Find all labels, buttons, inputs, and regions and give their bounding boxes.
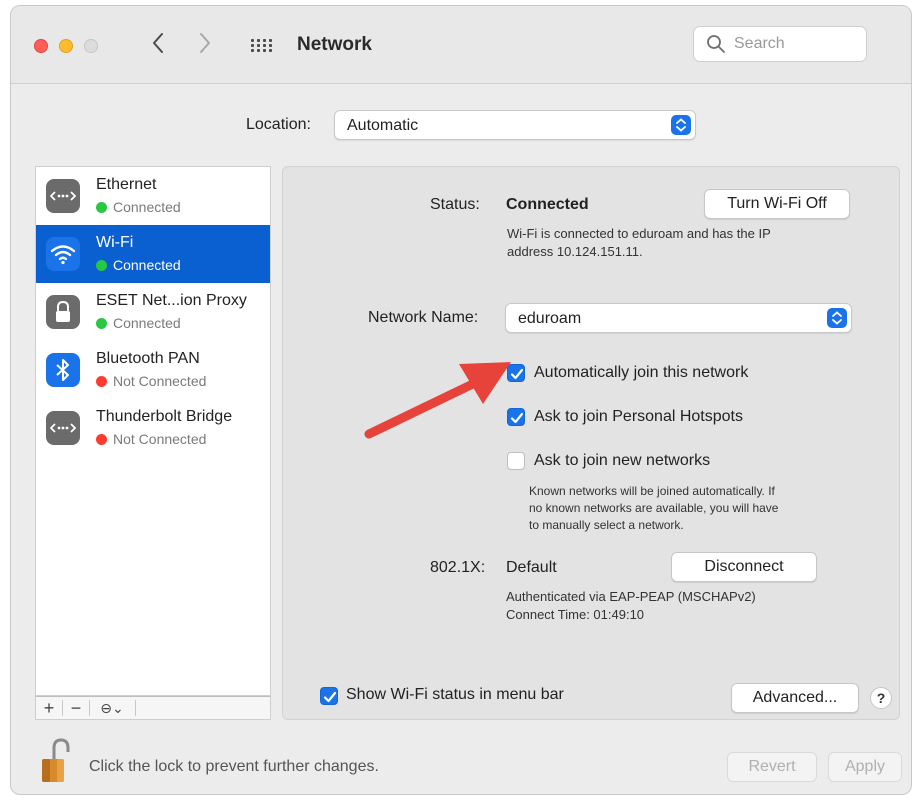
checkmark-icon bbox=[323, 691, 337, 703]
minimize-window-button[interactable] bbox=[59, 39, 73, 53]
status-dot-icon bbox=[96, 260, 107, 271]
service-name: Thunderbolt Bridge bbox=[96, 408, 233, 425]
service-status: Not Connected bbox=[96, 373, 206, 389]
help-button[interactable]: ? bbox=[870, 687, 892, 709]
service-status: Not Connected bbox=[96, 431, 206, 447]
status-value: Connected bbox=[506, 196, 589, 213]
forward-button[interactable] bbox=[198, 32, 212, 58]
auto-join-label: Automatically join this network bbox=[534, 364, 749, 381]
updown-chevron-icon bbox=[827, 308, 847, 328]
service-item-eset-proxy[interactable]: ESET Net...ion Proxy Connected bbox=[36, 283, 270, 341]
search-field[interactable] bbox=[693, 26, 867, 62]
new-networks-label: Ask to join new networks bbox=[534, 452, 711, 469]
status-dot-icon bbox=[96, 376, 107, 387]
status-label: Status: bbox=[430, 196, 480, 213]
service-name: Bluetooth PAN bbox=[96, 350, 200, 367]
location-label: Location: bbox=[246, 116, 311, 133]
remove-service-button[interactable]: − bbox=[63, 697, 89, 719]
bluetooth-icon bbox=[46, 353, 80, 387]
service-list-toolbar: + − ⊖⌄ bbox=[35, 696, 271, 720]
service-item-bluetooth-pan[interactable]: Bluetooth PAN Not Connected bbox=[36, 341, 270, 399]
network-name-label: Network Name: bbox=[368, 309, 479, 326]
wifi-icon bbox=[46, 237, 80, 271]
turn-wifi-off-button[interactable]: Turn Wi-Fi Off bbox=[704, 189, 850, 219]
disconnect-button[interactable]: Disconnect bbox=[671, 552, 817, 582]
chevron-right-icon bbox=[200, 33, 210, 53]
location-value: Automatic bbox=[347, 117, 419, 134]
action-menu-button[interactable]: ⊖⌄ bbox=[92, 697, 132, 719]
service-status: Connected bbox=[96, 199, 181, 215]
title-bar: Network bbox=[11, 6, 911, 84]
status-description: Wi-Fi is connected to eduroam and has th… bbox=[507, 226, 771, 259]
service-status: Connected bbox=[96, 257, 181, 273]
search-input[interactable] bbox=[732, 33, 860, 55]
authentication-info: Authenticated via EAP-PEAP (MSCHAPv2) Co… bbox=[506, 589, 756, 622]
search-icon bbox=[707, 35, 725, 53]
service-item-ethernet[interactable]: Ethernet Connected bbox=[36, 167, 270, 225]
show-wifi-status-label: Show Wi-Fi status in menu bar bbox=[346, 686, 564, 703]
annotation-arrow-icon bbox=[364, 362, 511, 439]
status-dot-icon bbox=[96, 434, 107, 445]
show-wifi-status-checkbox[interactable] bbox=[320, 687, 338, 705]
padlock-icon[interactable] bbox=[39, 738, 71, 784]
close-window-button[interactable] bbox=[34, 39, 48, 53]
network-name-value: eduroam bbox=[518, 310, 582, 327]
ethernet-icon bbox=[46, 179, 80, 213]
divider bbox=[135, 700, 136, 716]
lock-hint-text: Click the lock to prevent further change… bbox=[89, 758, 379, 775]
zoom-window-button[interactable] bbox=[84, 39, 98, 53]
network-name-select[interactable]: eduroam bbox=[505, 303, 852, 333]
service-name: Ethernet bbox=[96, 176, 157, 193]
location-select[interactable]: Automatic bbox=[334, 110, 696, 140]
new-networks-checkbox[interactable] bbox=[507, 452, 525, 470]
chevron-left-icon bbox=[153, 33, 163, 53]
status-dot-icon bbox=[96, 318, 107, 329]
network-preferences-window: Network Location: Automatic Ethernet Con… bbox=[10, 5, 912, 795]
apply-button[interactable]: Apply bbox=[828, 752, 902, 782]
back-button[interactable] bbox=[151, 32, 165, 58]
personal-hotspots-label: Ask to join Personal Hotspots bbox=[534, 408, 743, 425]
dot1x-label: 802.1X: bbox=[430, 559, 486, 576]
updown-chevron-icon bbox=[671, 115, 691, 135]
service-list: Ethernet Connected Wi-Fi Connected ESET … bbox=[35, 166, 271, 696]
divider bbox=[89, 700, 90, 716]
service-status: Connected bbox=[96, 315, 181, 331]
revert-button[interactable]: Revert bbox=[727, 752, 817, 782]
lock-icon bbox=[46, 295, 80, 329]
service-name: ESET Net...ion Proxy bbox=[96, 292, 247, 309]
service-item-thunderbolt-bridge[interactable]: Thunderbolt Bridge Not Connected bbox=[36, 399, 270, 457]
service-item-wifi[interactable]: Wi-Fi Connected bbox=[36, 225, 270, 283]
window-title: Network bbox=[297, 34, 372, 55]
service-name: Wi-Fi bbox=[96, 234, 134, 251]
known-networks-description: Known networks will be joined automatica… bbox=[529, 484, 779, 532]
dot1x-value: Default bbox=[506, 559, 557, 576]
add-service-button[interactable]: + bbox=[36, 697, 62, 719]
show-all-grid-icon[interactable] bbox=[251, 39, 273, 53]
ethernet-icon bbox=[46, 411, 80, 445]
status-dot-icon bbox=[96, 202, 107, 213]
advanced-button[interactable]: Advanced... bbox=[731, 683, 859, 713]
